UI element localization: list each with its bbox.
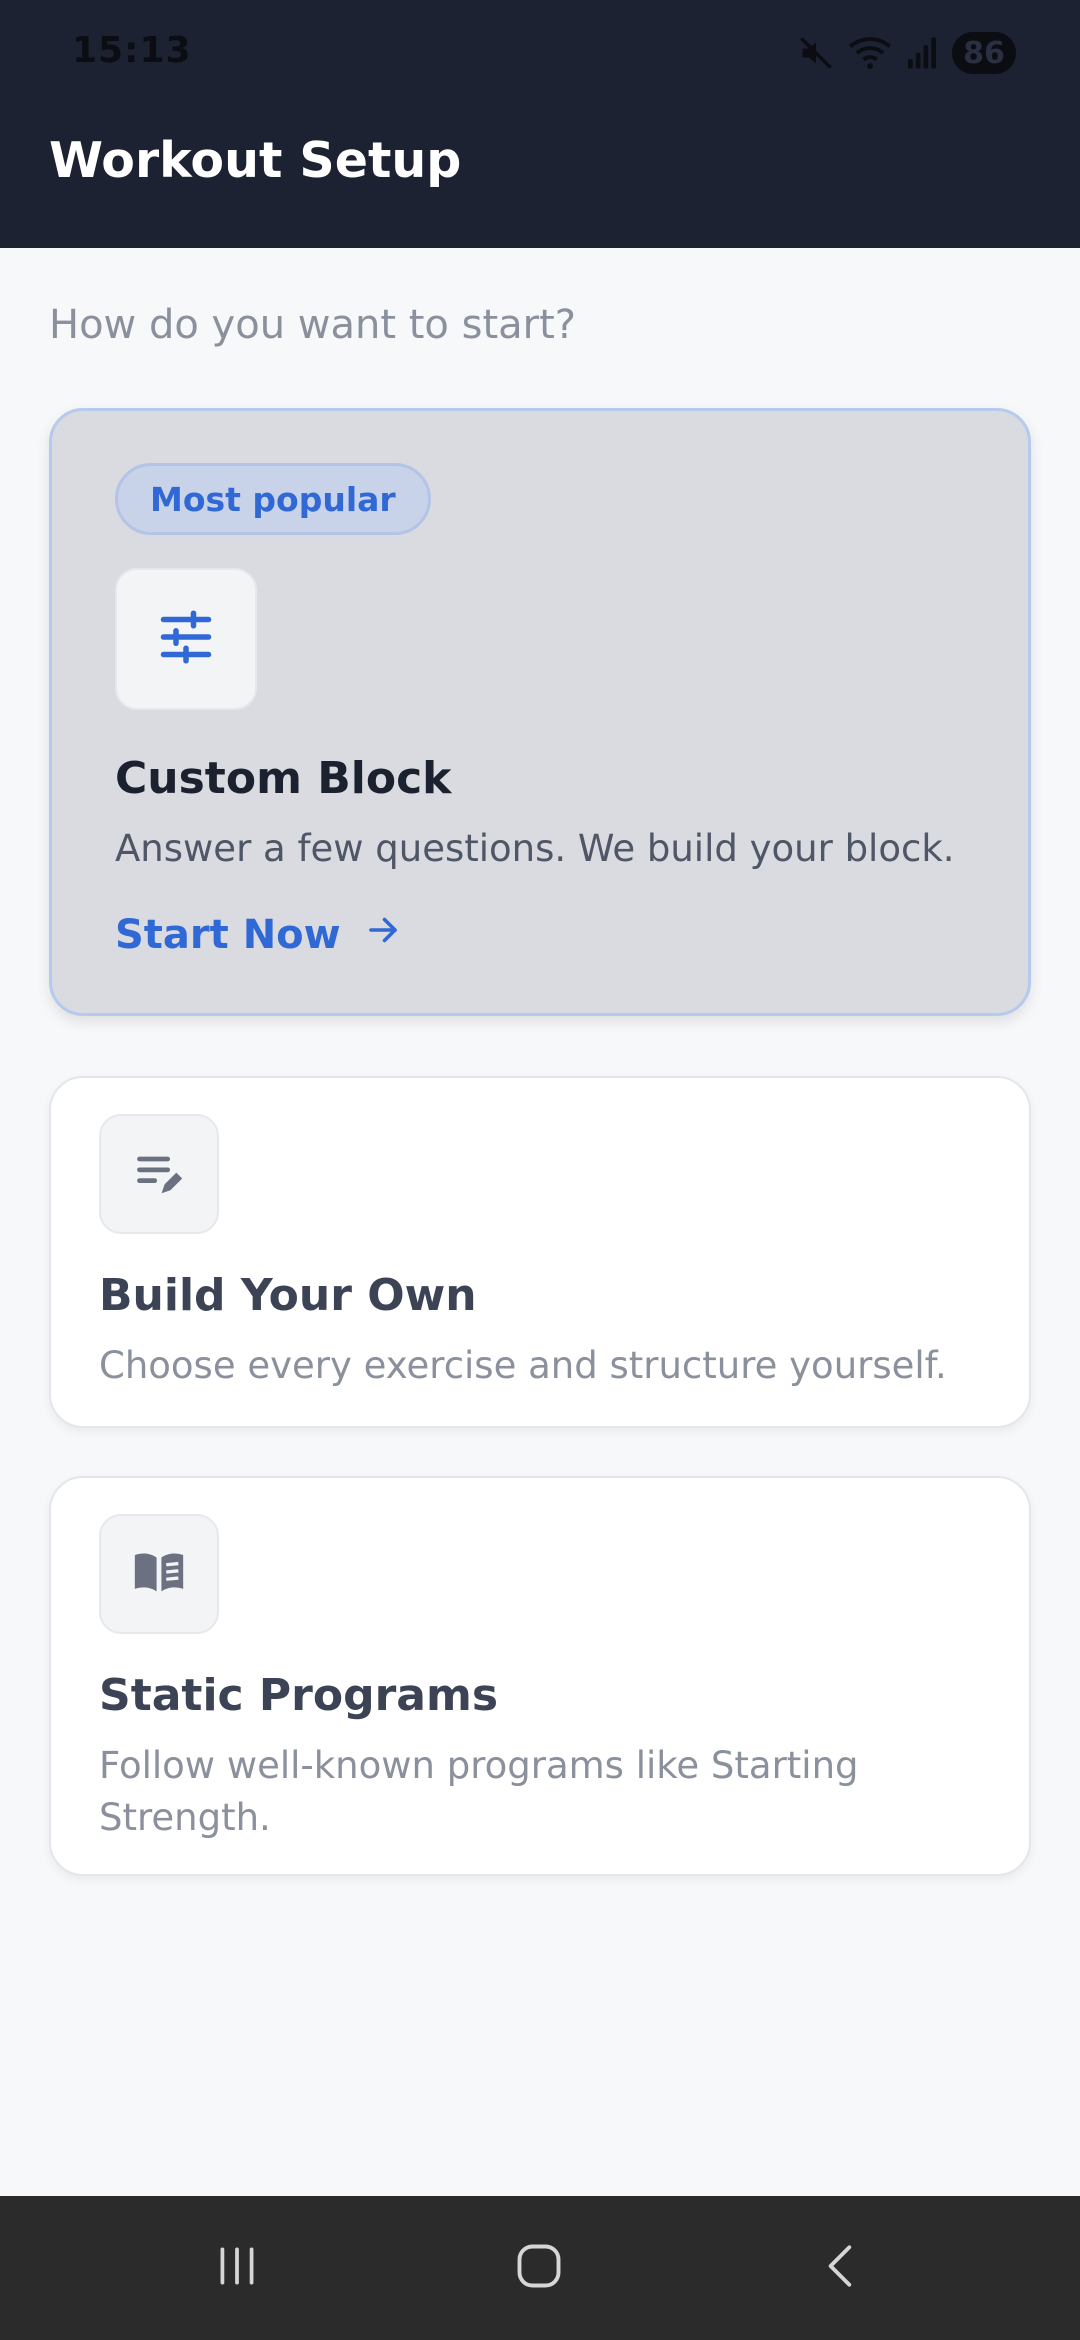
back-icon [816, 2241, 866, 2295]
book-icon [130, 1543, 188, 1605]
edit-list-icon [133, 1146, 185, 1202]
wifi-icon [848, 35, 892, 71]
static-programs-icon-box [99, 1514, 219, 1634]
start-now-label: Start Now [115, 912, 341, 958]
static-programs-card[interactable]: Static Programs Follow well-known progra… [49, 1476, 1031, 1876]
signal-icon [906, 36, 938, 70]
home-button[interactable] [494, 2232, 584, 2304]
home-icon [513, 2240, 565, 2296]
custom-block-icon-box [115, 568, 257, 710]
start-prompt: How do you want to start? [49, 302, 577, 348]
arrow-right-icon [365, 912, 401, 958]
sliders-icon [156, 607, 216, 671]
most-popular-badge: Most popular [115, 463, 431, 535]
back-button[interactable] [796, 2232, 886, 2304]
recents-icon [212, 2241, 262, 2295]
system-nav-bar [0, 2196, 1080, 2340]
mute-icon [798, 35, 834, 71]
custom-block-card[interactable]: Most popular Custom Block Answer a few q… [49, 408, 1031, 1016]
custom-block-description: Answer a few questions. We build your bl… [115, 827, 955, 870]
static-programs-description: Follow well-known programs like Starting… [99, 1744, 859, 1839]
build-your-own-description: Choose every exercise and structure your… [99, 1344, 947, 1387]
custom-block-title: Custom Block [115, 753, 452, 804]
static-programs-title: Static Programs [99, 1670, 499, 1721]
build-your-own-title: Build Your Own [99, 1270, 477, 1321]
status-icons: 86 [798, 30, 1016, 76]
build-your-own-card[interactable]: Build Your Own Choose every exercise and… [49, 1076, 1031, 1428]
status-time: 15:13 [72, 30, 192, 71]
build-your-own-icon-box [99, 1114, 219, 1234]
recents-button[interactable] [192, 2232, 282, 2304]
top-bar: 15:13 86 Workout Setup [0, 0, 1080, 248]
battery-level: 86 [963, 35, 1005, 71]
page-title: Workout Setup [49, 132, 462, 189]
start-now-button[interactable]: Start Now [115, 905, 401, 965]
screen: 15:13 86 Workout Setup How do you want t… [0, 0, 1080, 2340]
battery-icon: 86 [952, 32, 1016, 74]
